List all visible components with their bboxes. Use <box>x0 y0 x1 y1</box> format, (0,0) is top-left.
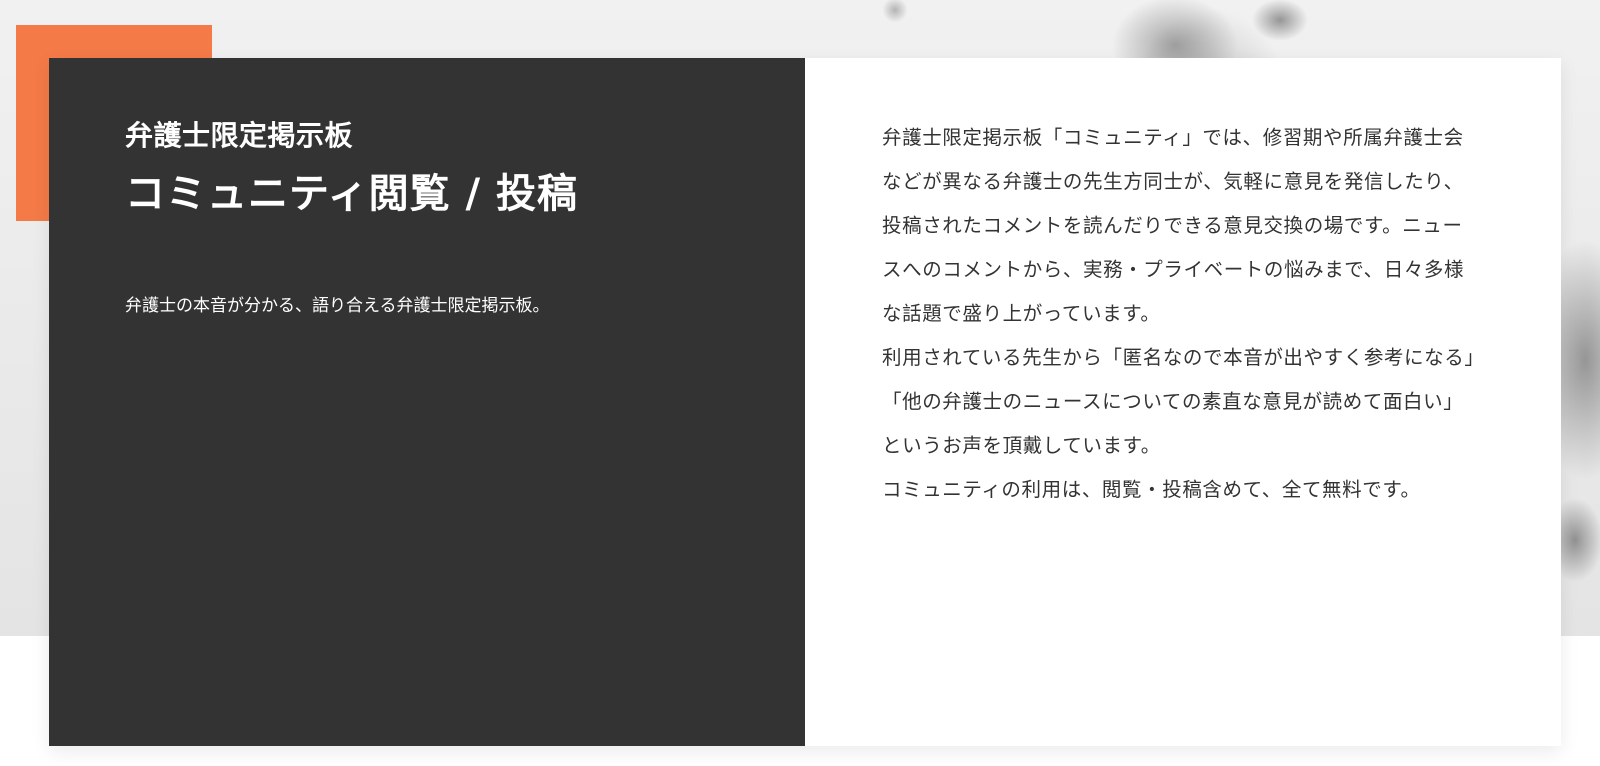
section-eyebrow: 弁護士限定掲示板 <box>125 119 354 152</box>
section-title: コミュニティ閲覧 / 投稿 <box>125 171 579 217</box>
description-paragraph: 利用されている先生から「匿名なので本音が出やすく参考になる」「他の弁護士のニュー… <box>882 346 1475 457</box>
feature-description-panel: 弁護士限定掲示板「コミュニティ」では、修習期や所属弁護士会などが異なる弁護士の先… <box>805 58 1561 746</box>
section-tagline: 弁護士の本音が分かる、語り合える弁護士限定掲示板。 <box>125 296 550 316</box>
description-paragraph: コミュニティの利用は、閲覧・投稿含めて、全て無料です。 <box>882 478 1421 501</box>
description-paragraph: 弁護士限定掲示板「コミュニティ」では、修習期や所属弁護士会などが異なる弁護士の先… <box>882 126 1465 325</box>
community-feature-card: 弁護士限定掲示板 コミュニティ閲覧 / 投稿 弁護士の本音が分かる、語り合える弁… <box>49 58 1561 746</box>
feature-heading-panel: 弁護士限定掲示板 コミュニティ閲覧 / 投稿 弁護士の本音が分かる、語り合える弁… <box>49 58 805 746</box>
